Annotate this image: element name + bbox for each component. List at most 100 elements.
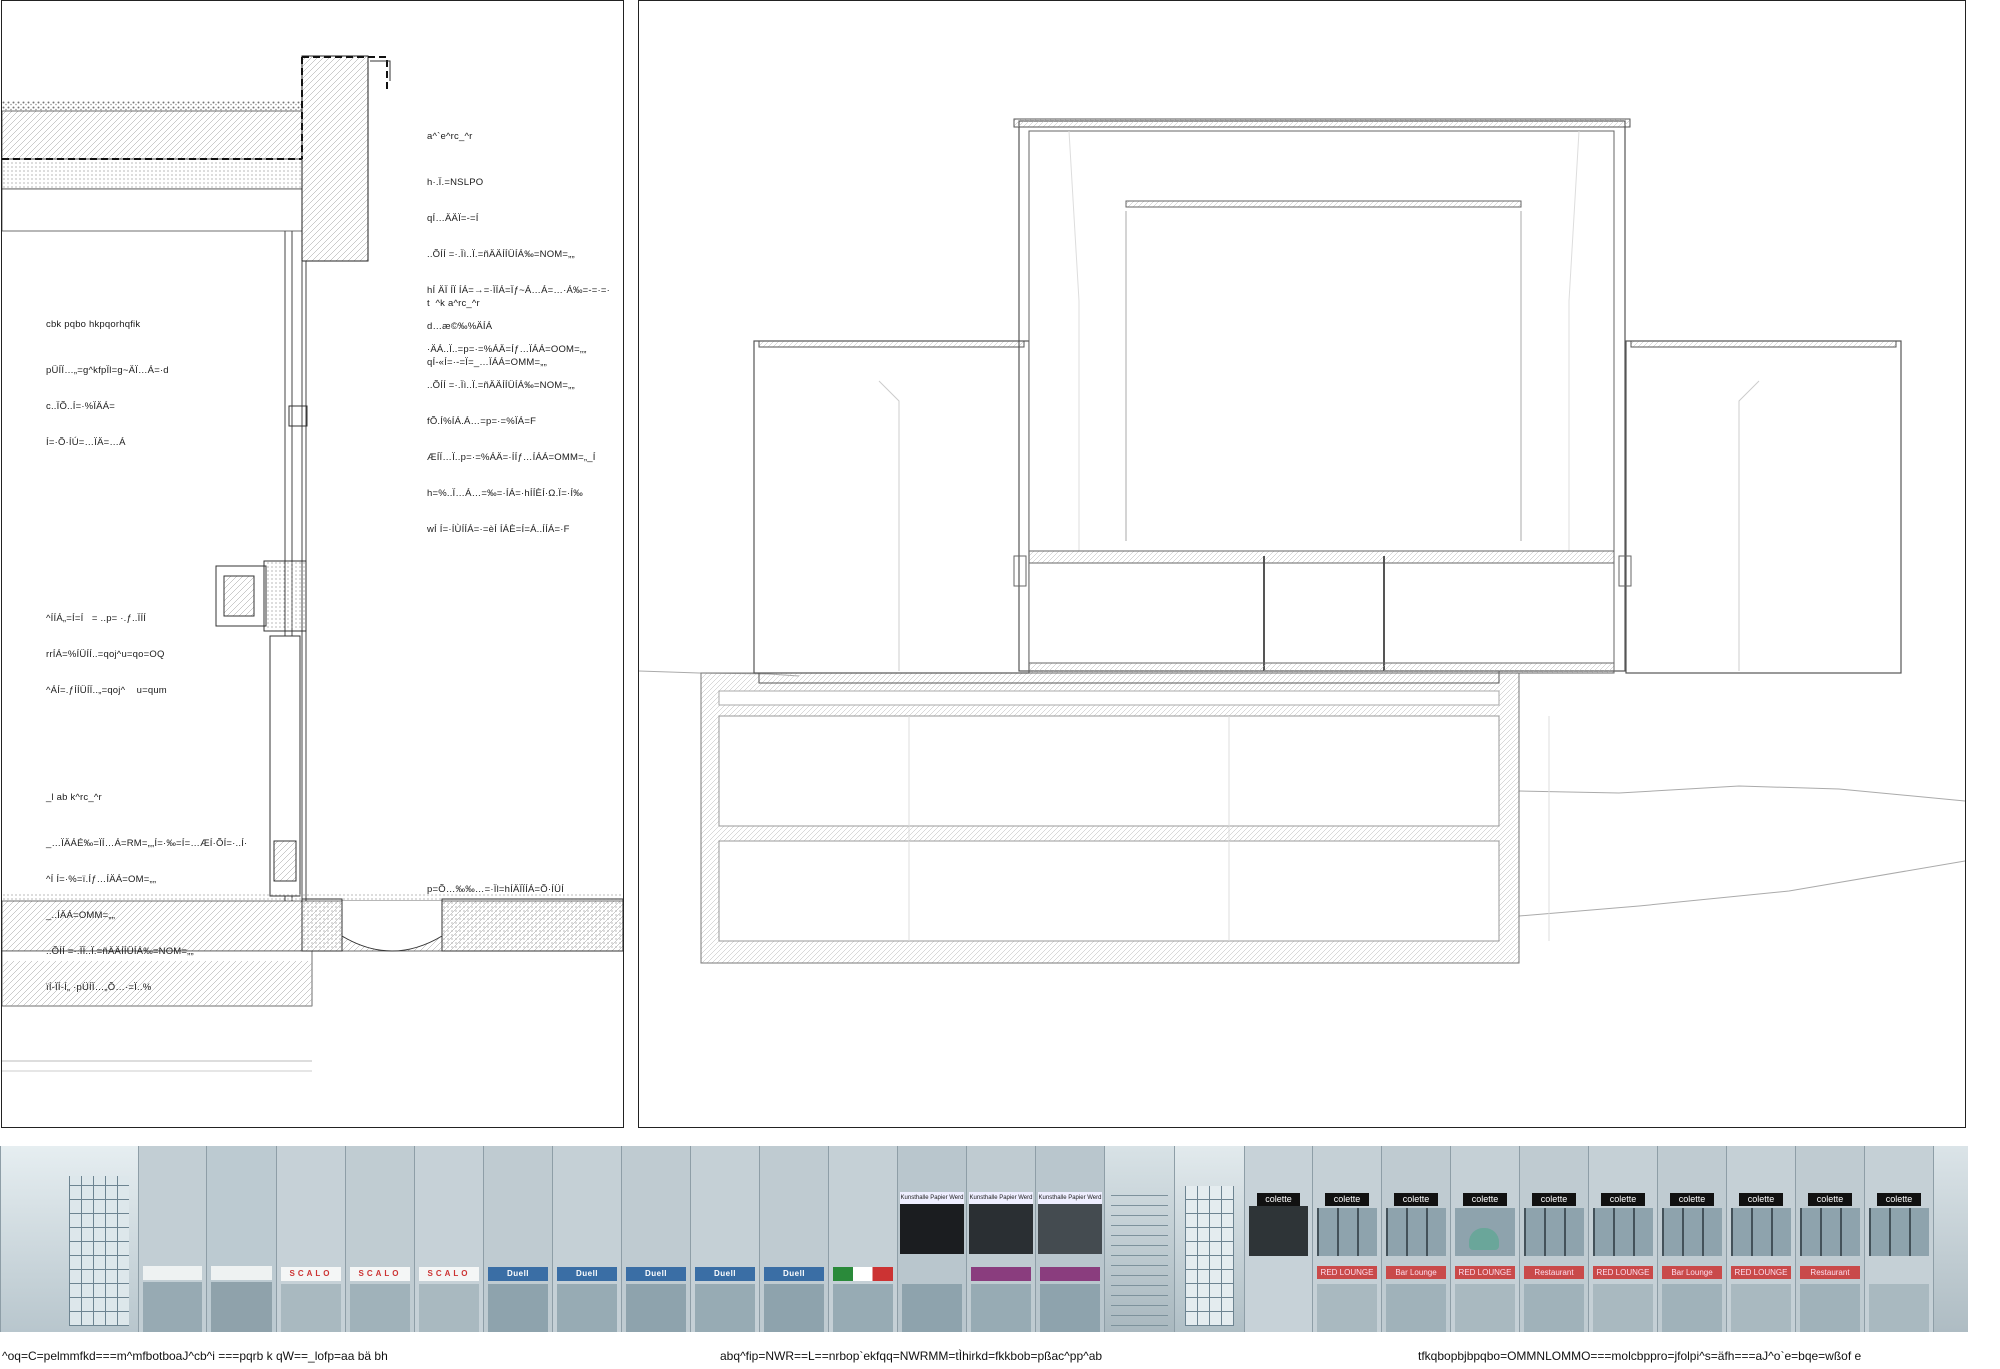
entrance-bay: [0, 1146, 138, 1332]
window: [1455, 1208, 1515, 1256]
duell-sign: Duell: [488, 1267, 548, 1281]
colette-bay: colette Restaurant: [1519, 1146, 1588, 1332]
insulation-note: cbk pqbo hkpqorhqfik pÜÍÏ…„=g^kfpÏl=g~ÄÏ…: [46, 295, 169, 473]
shopfront: [211, 1282, 272, 1332]
caption-left: ^oq=C=pelmmfkd===m^mfbotboaJ^cb^i ===pqr…: [2, 1349, 388, 1363]
purple-sign: [971, 1267, 1031, 1281]
window: [1731, 1208, 1791, 1256]
colette-sign: colette: [1532, 1193, 1576, 1206]
note-line: wÍ Í=·ÍÙÍÍÁ=·=èÍ ÍÁÈ=Í=Á..ÍÍÁ=·F: [427, 524, 570, 535]
end-bay: [1933, 1146, 1968, 1332]
kunsthalle-bay: Kunsthalle Papier Werd: [1035, 1146, 1104, 1332]
kunsthalle-bay: Kunsthalle Papier Werd: [966, 1146, 1035, 1332]
colette-sign: colette: [1670, 1193, 1714, 1206]
shopfront: [764, 1284, 824, 1332]
floor-note: _l ab k^rc_^r _…ÏÄÁÉ‰=ÏÍ…Á=RM=„„Í=·‰=Í=……: [46, 768, 247, 1018]
shopfront: [1731, 1284, 1791, 1332]
dark-window: [1038, 1204, 1102, 1254]
shopfront: [902, 1284, 962, 1332]
shopfront: [1455, 1284, 1515, 1332]
note-line: ïÍ‑ÏÍ‑Í„ ·pÜÍÏ…„Õ…·=Ï..%: [46, 982, 152, 993]
colette-bay: colette: [1244, 1146, 1312, 1332]
bar-lounge-sign: Bar Lounge: [1386, 1266, 1446, 1279]
shopfront: [281, 1284, 341, 1332]
bar-lounge-sign: Bar Lounge: [1662, 1266, 1722, 1279]
caption-right: tfkqbopbjbpqbo=OMMNLOMMO===molcbppro=jfo…: [1418, 1349, 1862, 1363]
colette-bay: colette RED LOUNGE: [1450, 1146, 1519, 1332]
note-line: ..ÕÍÍ =·.Ïì..Ï.=ñÄÄÍÍÜÍÁ‰=NOM=„„: [427, 380, 575, 391]
colette-sign: colette: [1394, 1193, 1438, 1206]
duell-sign: Duell: [764, 1267, 824, 1281]
shopfront: [1040, 1284, 1100, 1332]
shop-bay: [828, 1146, 897, 1332]
colette-bay: colette RED LOUNGE: [1588, 1146, 1657, 1332]
red-lounge-sign: RED LOUNGE: [1731, 1266, 1791, 1279]
red-lounge-sign: RED LOUNGE: [1317, 1266, 1377, 1279]
shopfront: [1662, 1284, 1722, 1332]
shopfront: [350, 1284, 410, 1332]
detail-drawing-panel: a^`e^rc_^r h·.Ï.=NSLPO qÍ…ÄÄÏ=‑=Í ..ÕÍÍ …: [1, 0, 624, 1128]
colette-bay: colette RED LOUNGE: [1312, 1146, 1381, 1332]
restaurant-sign: Restaurant: [1800, 1266, 1860, 1279]
colette-bay: colette: [1864, 1146, 1933, 1332]
car-display: [1469, 1228, 1499, 1250]
shopfront: [1524, 1284, 1584, 1332]
duell-bay: Duell: [483, 1146, 552, 1332]
duell-sign: Duell: [695, 1267, 755, 1281]
shop-bay: [138, 1146, 206, 1332]
note-line: ·ÄÁ..Ï..=p=·=%ÁÄ=Íƒ…ÏÁÁ=OOM=„„: [427, 344, 587, 355]
glass-grid: [1185, 1186, 1234, 1326]
shopfront: [626, 1284, 686, 1332]
window: [1524, 1208, 1584, 1256]
note-line: _…ÏÄÁÉ‰=ÏÍ…Á=RM=„„Í=·‰=Í=…ÆÍ·ÕÍ=·..Í·: [46, 838, 248, 849]
building-section-drawing: [639, 118, 1965, 964]
street-facade-elevation: SCALO SCALO SCALO Duell Duell Duell Duel…: [0, 1146, 1968, 1332]
colette-sign: colette: [1601, 1193, 1645, 1206]
shopfront: [143, 1282, 202, 1332]
note-line: _..ÍÄÁ=OMM=„„: [46, 910, 116, 921]
kunsthalle-sign: Kunsthalle Papier Werd: [1038, 1192, 1102, 1204]
shopfront: [1593, 1284, 1653, 1332]
colette-bay: colette Bar Lounge: [1657, 1146, 1726, 1332]
colette-bay: colette Bar Lounge: [1381, 1146, 1450, 1332]
note-line: h=%..Ï…Á…=‰=·ÍÁ=·hÍÍÈÍ·Ω.Ï=·Í‰: [427, 488, 583, 499]
note-line: ^ÍÍÁ„=Í=Í = ..p= ·.ƒ..ÏÍÍ: [46, 613, 147, 624]
shopfront: [488, 1284, 548, 1332]
restaurant-sign: Restaurant: [1524, 1266, 1584, 1279]
scalo-sign: SCALO: [281, 1267, 341, 1281]
shop-sign: [211, 1266, 272, 1280]
note-line: ÆÍÏ…Ï..p=·=%ÁÄ=·ÍÍƒ…ÍÁÁ=OMM=„_Í: [427, 452, 596, 463]
scalo-bay: SCALO: [345, 1146, 414, 1332]
wall-note-title: t ^k a^rc_^r: [427, 298, 480, 309]
colette-sign: colette: [1877, 1193, 1921, 1206]
glass-bay: [1174, 1146, 1244, 1332]
window: [1662, 1208, 1722, 1256]
note-line: ^Í Í=·%=ï.Íƒ…ÍÄÁ=OM=„„: [46, 874, 157, 885]
colette-bay: colette RED LOUNGE: [1726, 1146, 1795, 1332]
shopfront: [1869, 1284, 1929, 1332]
duell-sign: Duell: [557, 1267, 617, 1281]
shop-sign: [143, 1266, 202, 1280]
shopfront: [1386, 1284, 1446, 1332]
building-section-panel: [638, 0, 1966, 1128]
shopfront: [833, 1284, 893, 1332]
bottom-note: p=Õ…‰‰…=·Ïl=hÍÄÏÏÍÁ=Õ·ÍÜÍ: [427, 860, 564, 920]
note-line: pÜÍÏ…„=g^kfpÏl=g~ÄÏ…Á=·d: [46, 365, 169, 376]
note-line: ..ÕÍÍ =·.ÏÏ..Ï.=ñÄÄÍÍÜÍÁ‰=NOM=„„: [46, 946, 194, 957]
shopfront: [419, 1284, 479, 1332]
caption-center: abq^fip=NWR==L==nrbop`ekfqq=NWRMM=tÌhirk…: [720, 1349, 1103, 1363]
note-line: qÍ…ÄÄÏ=‑=Í: [427, 213, 479, 224]
shopfront: [1317, 1284, 1377, 1332]
shopfront: [695, 1284, 755, 1332]
window: [1593, 1208, 1653, 1256]
dark-window: [900, 1204, 964, 1254]
floor-note-title: _l ab k^rc_^r: [46, 792, 102, 803]
scalo-sign: SCALO: [350, 1267, 410, 1281]
note-line: ^ÁÍ=.ƒÍÍÜÍÏ..„=qoj^ u=qum: [46, 685, 167, 696]
wall-note: t ^k a^rc_^r ·ÄÁ..Ï..=p=·=%ÁÄ=Íƒ…ÏÁÁ=OOM…: [427, 274, 596, 560]
window: [1800, 1208, 1860, 1256]
note-line: ..ÕÍÍ =·.Ïì..Ï.=ñÄÄÍÍÜÍÁ‰=NOM=„„: [427, 249, 575, 260]
flag-sign: [833, 1267, 893, 1281]
kunsthalle-sign: Kunsthalle Papier Werd: [900, 1192, 964, 1204]
note-line: p=Õ…‰‰…=·Ïl=hÍÄÏÏÍÁ=Õ·ÍÜÍ: [427, 884, 564, 895]
